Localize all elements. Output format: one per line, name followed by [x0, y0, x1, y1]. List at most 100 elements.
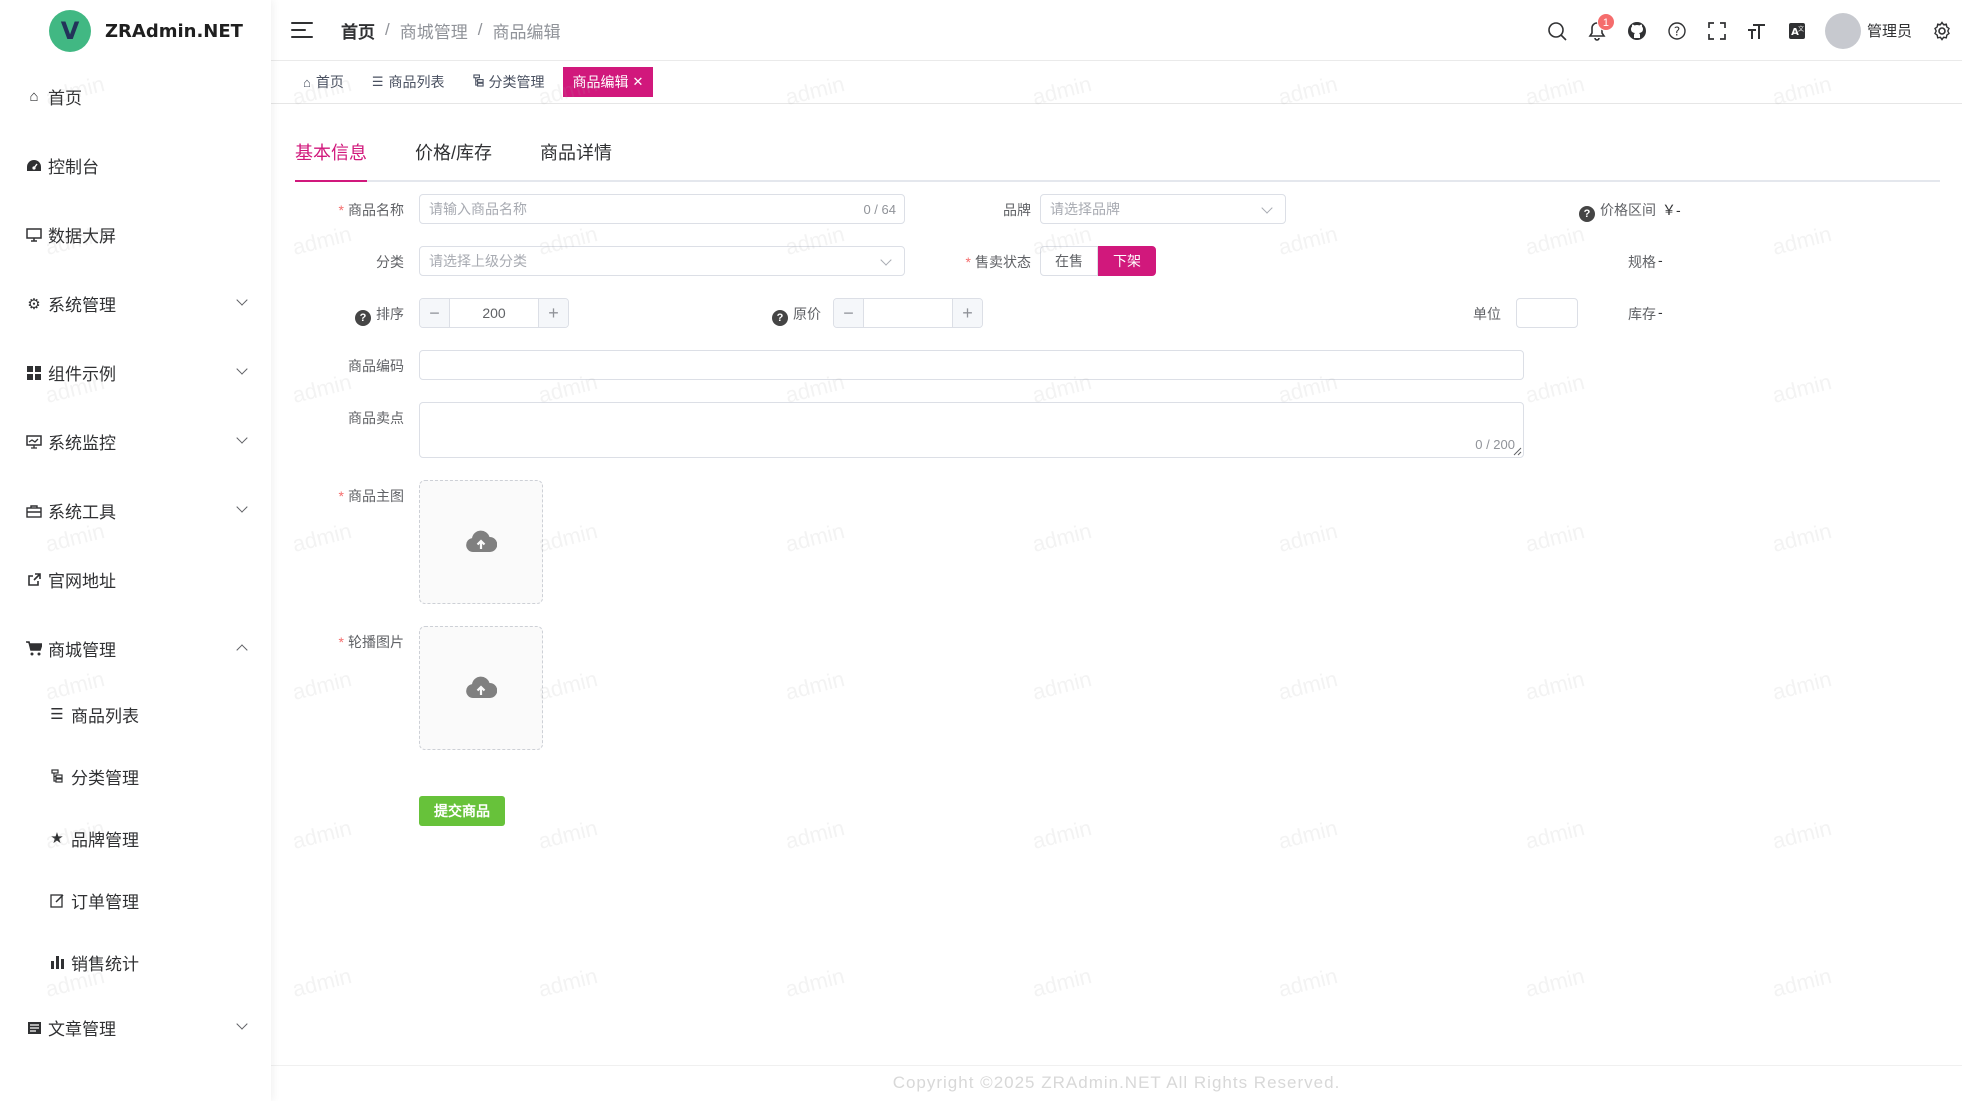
increase-button[interactable]: +: [538, 299, 568, 327]
sidebar-item-dashboard[interactable]: 控制台: [0, 131, 271, 200]
username[interactable]: 管理员: [1867, 20, 1912, 41]
bell-icon[interactable]: 1: [1577, 11, 1617, 51]
sidebar-item-monitor[interactable]: 系统监控: [0, 407, 271, 476]
translate-icon[interactable]: A文: [1777, 11, 1817, 51]
help-icon: ?: [772, 310, 788, 326]
edit-icon: [48, 893, 66, 908]
product-code-label: 商品编码: [348, 358, 404, 374]
list-icon: ☰: [371, 74, 384, 89]
selling-point-textarea[interactable]: 0 / 200: [419, 402, 1524, 458]
close-icon[interactable]: ✕: [633, 74, 644, 90]
tag-product-edit[interactable]: 商品编辑 ✕: [562, 67, 654, 97]
decrease-button[interactable]: −: [834, 299, 864, 327]
price-range-value: ￥-: [1662, 202, 1681, 218]
sidebar-item-label: 数据大屏: [48, 227, 116, 246]
main-image-upload[interactable]: [419, 480, 543, 604]
menu-toggle-icon[interactable]: [291, 22, 313, 38]
submit-button[interactable]: 提交商品: [419, 796, 505, 826]
sidebar-item-website[interactable]: 官网地址: [0, 545, 271, 614]
category-select[interactable]: 请选择上级分类: [419, 246, 905, 276]
help-icon[interactable]: ?: [1657, 11, 1697, 51]
breadcrumb-mall: 商城管理: [399, 22, 468, 42]
sidebar-item-brand[interactable]: ★ 品牌管理: [0, 807, 271, 869]
bar-chart-icon: [48, 955, 66, 969]
breadcrumb-home[interactable]: 首页: [341, 18, 375, 43]
logo[interactable]: V ZRAdmin.NET: [0, 0, 271, 62]
decrease-button[interactable]: −: [420, 299, 450, 327]
sort-value[interactable]: 200: [450, 299, 538, 327]
increase-button[interactable]: +: [952, 299, 982, 327]
sort-stepper[interactable]: − 200 +: [419, 298, 569, 328]
sidebar-item-label: 文章管理: [48, 1020, 116, 1039]
font-size-icon[interactable]: [1737, 11, 1777, 51]
resize-handle-icon[interactable]: [1512, 446, 1522, 456]
original-price-stepper[interactable]: − +: [833, 298, 983, 328]
fullscreen-icon[interactable]: [1697, 11, 1737, 51]
list-icon: ☰: [50, 706, 64, 723]
grid-icon: [25, 364, 43, 382]
top-header: 首页 / 商城管理 / 商品编辑 1 ? A文 管理员: [271, 0, 1962, 61]
tags-view: ⌂ 首页 ☰ 商品列表 分类管理 商品编辑 ✕: [271, 61, 1962, 104]
sidebar-item-label: 商城管理: [48, 641, 116, 660]
product-name-label: * 商品名称: [338, 202, 404, 218]
sidebar-item-label: 品牌管理: [71, 830, 139, 850]
brand-select[interactable]: 请选择品牌: [1040, 194, 1286, 224]
sidebar-item-label: 系统管理: [48, 296, 116, 315]
sidebar-item-articles[interactable]: 文章管理: [0, 993, 271, 1062]
cart-icon: [25, 640, 43, 658]
tag-product-list[interactable]: ☰ 商品列表: [362, 67, 455, 97]
spec-value: -: [1658, 252, 1663, 268]
tab-basic-info[interactable]: 基本信息: [295, 140, 367, 182]
sidebar-item-home[interactable]: ⌂ 首页: [0, 62, 271, 131]
carousel-label: * 轮播图片: [338, 634, 404, 650]
notification-badge: 1: [1596, 12, 1615, 31]
sidebar-item-orders[interactable]: 订单管理: [0, 869, 271, 931]
main-image-label: * 商品主图: [338, 488, 404, 504]
chevron-down-icon: [880, 254, 892, 266]
original-price-value[interactable]: [864, 299, 952, 327]
tag-category[interactable]: 分类管理: [463, 67, 555, 97]
sidebar-menu: ⌂ 首页 控制台 数据大屏 ⚙ 系统管理 组件示例 系统监控 系统工具 官网地址…: [0, 62, 271, 1062]
monitor-chart-icon: [25, 433, 43, 451]
product-name-input[interactable]: 请输入商品名称 0 / 64: [419, 194, 905, 224]
char-counter: 0 / 200: [1475, 437, 1515, 452]
tag-home[interactable]: ⌂ 首页: [293, 67, 354, 97]
sidebar-item-category[interactable]: 分类管理: [0, 745, 271, 807]
sidebar-item-sales-stats[interactable]: 销售统计: [0, 931, 271, 993]
carousel-upload[interactable]: [419, 626, 543, 750]
upload-cloud-icon: [466, 676, 497, 698]
sidebar-item-tools[interactable]: 系统工具: [0, 476, 271, 545]
search-icon[interactable]: [1537, 11, 1577, 51]
selling-point-label: 商品卖点: [348, 410, 404, 426]
chevron-down-icon: [236, 501, 248, 513]
tree-icon: [472, 74, 484, 90]
sidebar: V ZRAdmin.NET ⌂ 首页 控制台 数据大屏 ⚙ 系统管理 组件示例 …: [0, 0, 271, 1101]
tab-price-stock[interactable]: 价格/库存: [415, 140, 492, 180]
chevron-down-icon: [236, 363, 248, 375]
sidebar-item-components[interactable]: 组件示例: [0, 338, 271, 407]
svg-text:?: ?: [1674, 24, 1680, 38]
sale-status-off-shelf[interactable]: 下架: [1098, 246, 1156, 276]
sidebar-item-label: 官网地址: [48, 572, 116, 591]
sidebar-item-system[interactable]: ⚙ 系统管理: [0, 269, 271, 338]
sidebar-item-product-list[interactable]: ☰ 商品列表: [0, 683, 271, 745]
sidebar-item-data-screen[interactable]: 数据大屏: [0, 200, 271, 269]
sale-status-on-sale[interactable]: 在售: [1040, 246, 1098, 276]
sidebar-item-mall[interactable]: 商城管理: [0, 614, 271, 683]
github-icon[interactable]: [1617, 11, 1657, 51]
article-icon: [25, 1019, 43, 1037]
tab-product-detail[interactable]: 商品详情: [540, 140, 612, 180]
breadcrumb-separator: /: [477, 20, 483, 39]
tag-label: 分类管理: [488, 74, 545, 90]
help-icon: ?: [355, 310, 371, 326]
sale-status-label: * 售卖状态: [965, 254, 1031, 270]
settings-gear-icon[interactable]: [1922, 11, 1962, 51]
avatar[interactable]: [1824, 12, 1861, 49]
original-price-label: ? 原价: [711, 304, 821, 326]
dashboard-icon: [25, 157, 43, 175]
gear-icon: ⚙: [27, 295, 41, 313]
brand-label: 品牌: [1003, 202, 1031, 218]
unit-label: 单位: [1473, 306, 1501, 322]
chevron-down-icon: [236, 294, 248, 306]
product-code-input[interactable]: [419, 350, 1524, 380]
